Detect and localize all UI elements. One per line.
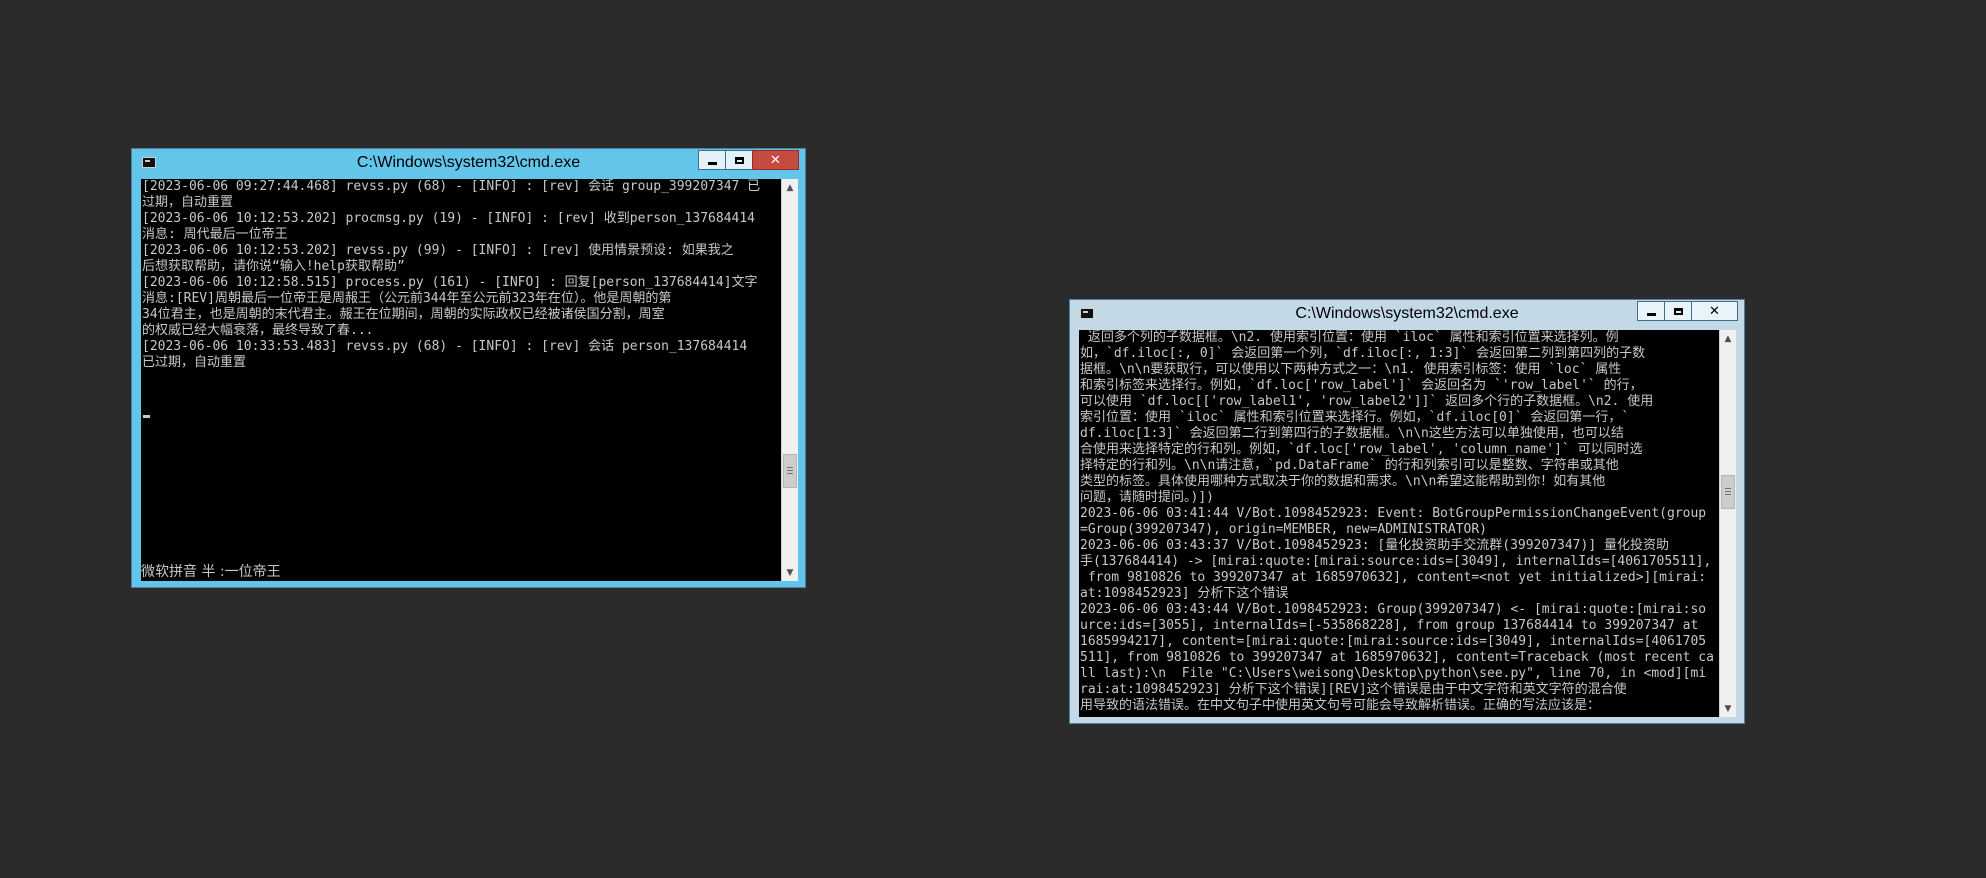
- console-line: =Group(399207347), origin=MEMBER, new=AD…: [1080, 522, 1487, 537]
- maximize-icon: [734, 156, 744, 164]
- console-line: 问题，请随时提问。)]): [1080, 490, 1214, 505]
- console-line: ll last):\n File "C:\Users\weisong\Deskt…: [1080, 666, 1707, 681]
- console-line: [2023-06-06 09:27:44.468] revss.py (68) …: [142, 179, 761, 194]
- console-line: 消息: 周代最后一位帝王: [142, 227, 288, 242]
- vertical-scrollbar[interactable]: ▲ ▼: [781, 179, 798, 581]
- grip-icon: [1725, 488, 1731, 495]
- console-output[interactable]: [2023-06-06 09:27:44.468] revss.py (68) …: [141, 179, 781, 581]
- console-line: 消息:[REV]周朝最后一位帝王是周赧王（公元前344年至公元前323年在位）。…: [142, 291, 672, 306]
- console-line: 511], from 9810826 to 399207347 at 16859…: [1080, 650, 1714, 665]
- scroll-up-button[interactable]: ▲: [782, 179, 798, 196]
- ime-composition-bar: 微软拼音 半 :一位帝王: [141, 564, 281, 580]
- vertical-scrollbar[interactable]: ▲ ▼: [1719, 330, 1736, 717]
- console-line: 如，`df.iloc[:, 0]` 会返回第一个列，`df.iloc[:, 1:…: [1080, 346, 1646, 361]
- window-controls: ✕: [698, 150, 799, 170]
- minimize-button[interactable]: [698, 150, 726, 170]
- console-line: df.iloc[1:3]` 会返回第二行到第四行的子数据框。\n\n这些方法可以…: [1080, 426, 1624, 441]
- scroll-thumb[interactable]: [1721, 475, 1735, 509]
- scroll-thumb[interactable]: [783, 454, 797, 488]
- console-line: [2023-06-06 10:12:58.515] process.py (16…: [142, 275, 758, 290]
- close-icon: ✕: [1709, 303, 1720, 319]
- window-controls: ✕: [1637, 301, 1738, 321]
- console-line: 择特定的行和列。\n\n请注意，`pd.DataFrame` 的行和列索引可以是…: [1080, 458, 1619, 473]
- console-line: 返回多个列的子数据框。\n2. 使用索引位置：使用 `iloc` 属性和索引位置…: [1080, 330, 1619, 345]
- console-line: 2023-06-06 03:41:44 V/Bot.1098452923: Ev…: [1080, 506, 1707, 521]
- console-line: 索引位置：使用 `iloc` 属性和索引位置来选择行。例如，`df.iloc[0…: [1080, 410, 1630, 425]
- console-line: at:1098452923] 分析下这个错误: [1080, 586, 1289, 601]
- close-button[interactable]: ✕: [752, 150, 799, 170]
- grip-icon: [787, 467, 793, 474]
- minimize-icon: [1646, 312, 1656, 316]
- console-line: 可以使用 `df.loc[['row_label1', 'row_label2'…: [1080, 394, 1654, 409]
- title-bar[interactable]: C:\Windows\system32\cmd.exe ✕: [132, 149, 805, 177]
- console-line: 手(137684414) -> [mirai:quote:[mirai:sour…: [1080, 554, 1712, 569]
- console-line: 和索引标签来选择行。例如，`df.loc['row_label']` 会返回名为…: [1080, 378, 1643, 393]
- minimize-button[interactable]: [1637, 301, 1665, 321]
- console-line: 过期，自动重置: [142, 195, 234, 210]
- console-line: 合使用来选择特定的行和列。例如，`df.loc['row_label', 'co…: [1080, 442, 1643, 457]
- close-button[interactable]: ✕: [1691, 301, 1738, 321]
- console-line: [2023-06-06 10:33:53.483] revss.py (68) …: [142, 339, 748, 354]
- console-output[interactable]: 返回多个列的子数据框。\n2. 使用索引位置：使用 `iloc` 属性和索引位置…: [1079, 330, 1719, 717]
- console-line: 34位君主，也是周朝的末代君主。赧王在位期间，周朝的实际政权已经被诸侯国分割，周…: [142, 307, 665, 322]
- console-line: [2023-06-06 10:12:53.202] revss.py (99) …: [142, 243, 734, 258]
- arrow-down-icon: ▼: [786, 567, 794, 578]
- scroll-down-button[interactable]: ▼: [1720, 700, 1736, 717]
- console-line: 后想获取帮助，请你说“输入!help获取帮助”: [142, 259, 405, 274]
- console-line: 1685994217], content=[mirai:quote:[mirai…: [1080, 634, 1707, 649]
- maximize-button[interactable]: [1664, 301, 1692, 321]
- console-line: 用导致的语法错误。在中文句子中使用英文句号可能会导致解析错误。正确的写法应该是：: [1080, 698, 1601, 713]
- maximize-icon: [1673, 307, 1683, 315]
- console-line: 据框。\n\n要获取行，可以使用以下两种方式之一：\n1. 使用索引标签：使用 …: [1080, 362, 1622, 377]
- console-line: from 9810826 to 399207347 at 1685970632]…: [1080, 570, 1707, 585]
- maximize-button[interactable]: [725, 150, 753, 170]
- arrow-up-icon: ▲: [1724, 333, 1732, 344]
- console-line: [2023-06-06 10:12:53.202] procmsg.py (19…: [142, 211, 755, 226]
- console-line: rai:at:1098452923] 分析下这个错误][REV]这个错误是由于中…: [1080, 682, 1627, 697]
- console-line: 2023-06-06 03:43:37 V/Bot.1098452923: [量…: [1080, 538, 1669, 553]
- console-line: 2023-06-06 03:43:44 V/Bot.1098452923: Gr…: [1080, 602, 1707, 617]
- cmd-window-right[interactable]: C:\Windows\system32\cmd.exe ✕ 返回多个列的子数据框…: [1069, 299, 1745, 724]
- arrow-down-icon: ▼: [1724, 703, 1732, 714]
- console-line: 已过期，自动重置: [142, 355, 247, 370]
- scroll-down-button[interactable]: ▼: [782, 564, 798, 581]
- title-bar[interactable]: C:\Windows\system32\cmd.exe ✕: [1070, 300, 1744, 328]
- text-cursor: [143, 415, 150, 418]
- console-line: 的权威已经大幅衰落，最终导致了春...: [142, 323, 374, 338]
- console-text: [2023-06-06 09:27:44.468] revss.py (68) …: [142, 179, 760, 371]
- minimize-icon: [707, 161, 717, 165]
- scroll-up-button[interactable]: ▲: [1720, 330, 1736, 347]
- console-text: 返回多个列的子数据框。\n2. 使用索引位置：使用 `iloc` 属性和索引位置…: [1080, 330, 1714, 714]
- close-icon: ✕: [770, 152, 781, 168]
- cmd-window-left[interactable]: C:\Windows\system32\cmd.exe ✕ [2023-06-0…: [131, 148, 806, 588]
- console-line: urce:ids=[3055], internalIds=[-535868228…: [1080, 618, 1699, 633]
- console-line: 类型的标签。具体使用哪种方式取决于你的数据和需求。\n\n希望这能帮助到你！如有…: [1080, 474, 1606, 489]
- arrow-up-icon: ▲: [786, 182, 794, 193]
